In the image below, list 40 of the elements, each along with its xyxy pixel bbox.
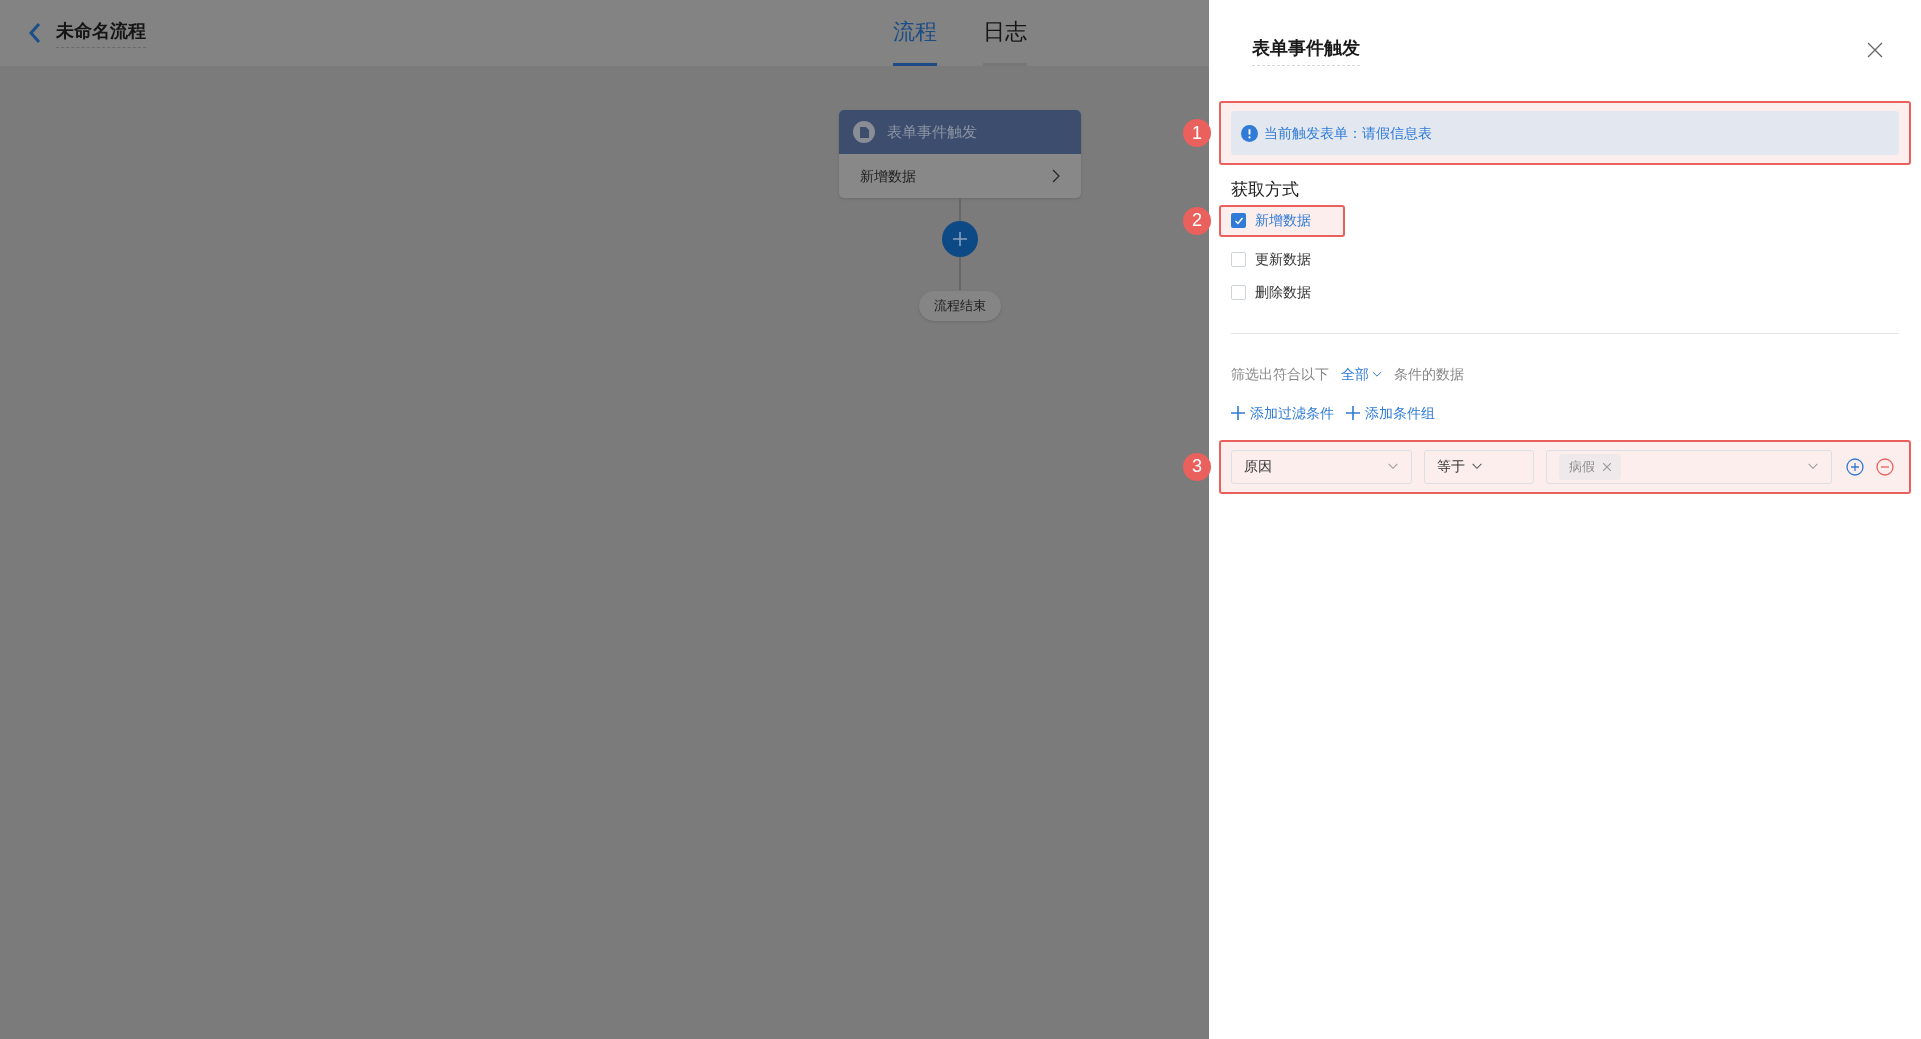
document-icon	[853, 121, 875, 143]
chevron-down-icon	[1807, 463, 1819, 470]
add-link[interactable]: 添加条件组	[1346, 402, 1435, 424]
value-tag: 病假	[1559, 453, 1621, 480]
end-node: 流程结束	[919, 291, 1001, 321]
plus-icon	[1346, 406, 1360, 420]
back-icon[interactable]	[28, 22, 42, 44]
checkbox[interactable]	[1231, 284, 1246, 300]
panel-title: 表单事件触发	[1252, 34, 1360, 66]
info-text: 当前触发表单：请假信息表	[1264, 123, 1432, 143]
chevron-down-icon	[1387, 463, 1399, 470]
node-title: 表单事件触发	[887, 121, 977, 142]
filter-suffix: 条件的数据	[1394, 364, 1464, 384]
info-icon	[1241, 124, 1258, 142]
checkbox-option[interactable]: 新增数据	[1231, 210, 1311, 231]
chevron-down-icon	[1372, 370, 1382, 378]
filter-prefix: 筛选出符合以下	[1231, 364, 1329, 384]
checkbox-option[interactable]: 更新数据	[1231, 248, 1911, 270]
plus-icon	[1231, 406, 1245, 420]
chevron-right-icon	[1052, 169, 1060, 183]
match-mode-dropdown[interactable]: 全部	[1341, 363, 1382, 385]
checkbox[interactable]	[1231, 251, 1246, 267]
plus-icon	[952, 231, 968, 247]
close-icon[interactable]	[1867, 42, 1883, 58]
chevron-down-icon	[1471, 463, 1483, 470]
value-select[interactable]: 病假	[1546, 449, 1832, 484]
section-label: 获取方式	[1231, 179, 1300, 201]
operator-select[interactable]: 等于	[1424, 449, 1534, 484]
add-link[interactable]: 添加过滤条件	[1231, 402, 1334, 424]
node-detail: 新增数据	[860, 166, 916, 186]
checkbox-option[interactable]: 删除数据	[1231, 281, 1911, 303]
add-circle-icon[interactable]	[1846, 457, 1864, 476]
field-select[interactable]: 原因	[1231, 449, 1412, 484]
trigger-node[interactable]: 表单事件触发 新增数据	[839, 110, 1081, 198]
check-icon	[1233, 215, 1244, 226]
remove-circle-icon[interactable]	[1876, 457, 1894, 476]
flow-title[interactable]: 未命名流程	[56, 18, 146, 48]
tab[interactable]: 日志	[983, 0, 1027, 66]
add-node-button[interactable]	[942, 221, 978, 257]
checkbox[interactable]	[1231, 213, 1246, 228]
